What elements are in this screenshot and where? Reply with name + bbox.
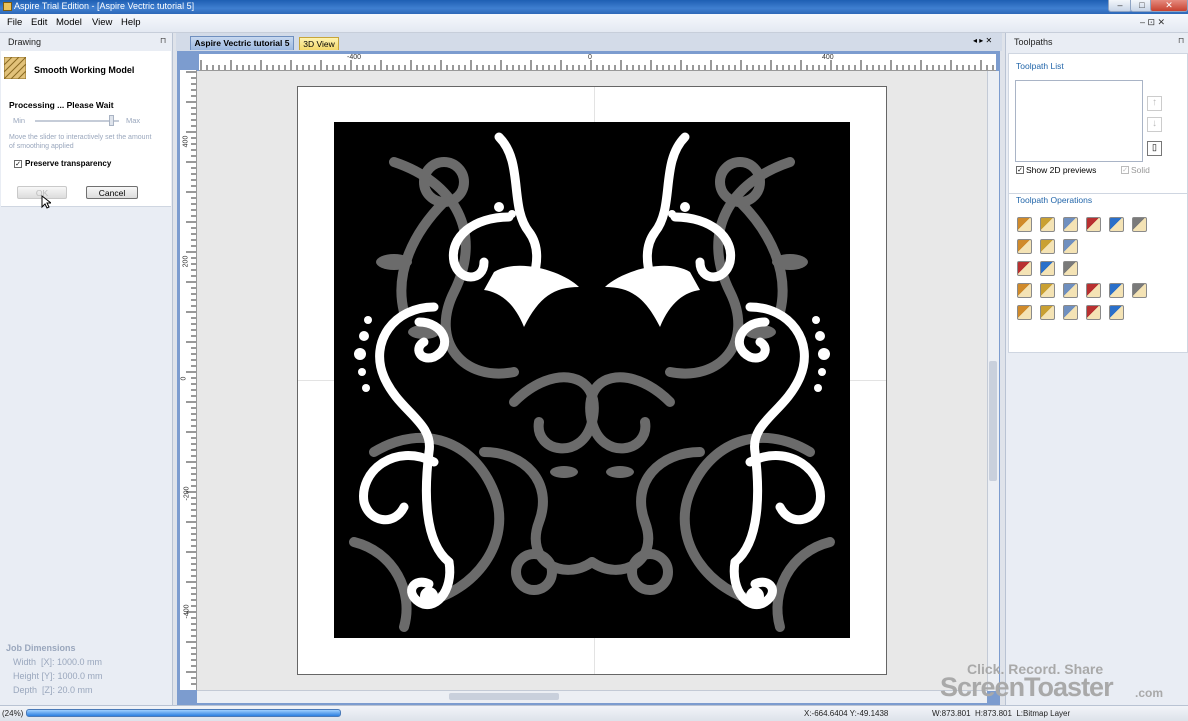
drilling-toolpath-icon[interactable] [1063, 217, 1078, 232]
job-width: Width [X]: 1000.0 mm [13, 657, 103, 667]
ruler-ticks [200, 60, 994, 70]
tab-2d-view[interactable]: Aspire Vectric tutorial 5 [190, 36, 294, 50]
toolpath-list[interactable] [1015, 80, 1143, 162]
solid-label: Solid [1131, 165, 1150, 175]
preserve-transparency-label: Preserve transparency [25, 159, 112, 168]
cut-out-icon[interactable] [1063, 261, 1078, 276]
toolpath-operations-title: Toolpath Operations [1016, 195, 1093, 205]
close-button[interactable]: ✕ [1150, 0, 1188, 12]
tabs-icon[interactable] [1086, 305, 1101, 320]
anchor-icon[interactable] [1063, 305, 1078, 320]
merge-icon[interactable] [1109, 305, 1124, 320]
title-bar: Aspire Trial Edition - [Aspire Vectric t… [0, 0, 1188, 14]
solid-checkbox[interactable]: ✓ [1121, 166, 1129, 174]
inlay-toolpath-icon[interactable] [1063, 239, 1078, 254]
menu-view[interactable]: View [92, 17, 112, 28]
smoothing-slider-track [35, 120, 119, 122]
edit-toolpath-icon[interactable] [1040, 283, 1055, 298]
ruler-label: 200 [182, 255, 190, 268]
tool-title: Smooth Working Model [34, 65, 135, 75]
move-down-icon[interactable]: ↓ [1147, 117, 1162, 132]
pin-icon[interactable]: ⊓ [160, 36, 166, 45]
tab-3d-view[interactable]: 3D View [299, 37, 339, 50]
panel-title: Toolpaths [1014, 37, 1053, 47]
window-title: Aspire Trial Edition - [Aspire Vectric t… [14, 1, 195, 11]
delete-toolpath-icon[interactable] [1086, 283, 1101, 298]
show-2d-previews-label: Show 2D previews [1026, 165, 1097, 175]
watermark-domain: .com [1135, 686, 1164, 700]
slider-max-label: Max [126, 116, 141, 125]
processing-status: Processing ... Please Wait [9, 100, 114, 110]
progress-bar [26, 709, 341, 717]
mouse-cursor-icon [41, 195, 51, 209]
recalculate-icon[interactable] [1109, 283, 1124, 298]
prism-toolpath-icon[interactable] [1109, 217, 1124, 232]
menu-file[interactable]: File [7, 17, 22, 28]
zoom-toolpath-icon[interactable] [1040, 305, 1055, 320]
cancel-button[interactable]: Cancel [86, 186, 138, 199]
chamfer-toolpath-icon[interactable] [1040, 239, 1055, 254]
preview-toolpath-icon[interactable] [1017, 305, 1032, 320]
move-up-icon[interactable]: ↑ [1147, 96, 1162, 111]
texture-toolpath-icon[interactable] [1017, 283, 1032, 298]
watermark-brand: ScreenToaster [940, 672, 1114, 702]
fluting-toolpath-icon[interactable] [1132, 217, 1147, 232]
template-icon[interactable] [1063, 283, 1078, 298]
cursor-coordinates: X:-664.6404 Y:-49.1438 [804, 709, 889, 718]
ruler-label: 400 [182, 135, 190, 148]
toolpath-summary-icon[interactable]: ▯ [1147, 141, 1162, 156]
panel-title: Drawing [8, 37, 42, 47]
horizontal-ruler: -400 0 400 [199, 54, 996, 71]
moulding-toolpath-icon[interactable] [1017, 239, 1032, 254]
vcarve-toolpath-icon[interactable] [1086, 217, 1101, 232]
vertical-scrollbar[interactable] [987, 71, 999, 691]
smooth-model-icon [4, 57, 26, 79]
app-icon [3, 2, 12, 11]
mdi-controls[interactable]: – ⊡ ✕ [1140, 17, 1165, 28]
slider-help-text: Move the slider to interactively set the… [9, 134, 152, 150]
profile-toolpath-icon[interactable] [1017, 217, 1032, 232]
horizontal-scroll-thumb[interactable] [449, 693, 559, 700]
ruler-label: -400 [347, 54, 362, 61]
ruler-label: -200 [183, 486, 191, 501]
checkmark-icon: ✓ [1122, 167, 1128, 174]
selection-dimensions: W:873.801 H:873.801 L:Bitmap Layer [932, 709, 1071, 718]
bitmap-artwork[interactable] [334, 122, 850, 638]
smoothing-slider[interactable] [108, 115, 114, 126]
scroll-ornament-image [334, 122, 850, 638]
ruler-label: 0 [588, 54, 592, 61]
pin-icon[interactable]: ⊓ [1178, 36, 1184, 45]
menu-edit[interactable]: Edit [31, 17, 47, 28]
slider-min-label: Min [13, 116, 26, 125]
zoom-level: (24%) [2, 709, 24, 718]
tab-navigation[interactable]: ◂ ▸ ✕ [973, 36, 992, 45]
horizontal-scrollbar[interactable] [197, 690, 987, 703]
vertical-ruler: 400 200 0 -200 -400 [180, 70, 197, 690]
checkmark-icon: ✓ [15, 161, 21, 168]
pocket-toolpath-icon[interactable] [1040, 217, 1055, 232]
job-height: Height [Y]: 1000.0 mm [13, 671, 103, 681]
menu-help[interactable]: Help [121, 17, 141, 28]
3d-finishing-icon[interactable] [1040, 261, 1055, 276]
ruler-label: -400 [183, 604, 191, 619]
toolpath-list-title: Toolpath List [1016, 61, 1064, 71]
preserve-transparency-checkbox[interactable]: ✓ [14, 160, 22, 168]
smooth-model-form: Smooth Working Model Processing ... Plea… [1, 51, 171, 209]
show-2d-previews-checkbox[interactable]: ✓ [1016, 166, 1024, 174]
3d-roughing-icon[interactable] [1017, 261, 1032, 276]
menu-bar: File Edit Model View Help – ⊡ ✕ [0, 14, 1188, 33]
menu-model[interactable]: Model [56, 17, 82, 28]
ruler-label: 400 [822, 54, 834, 61]
ruler-label: 0 [180, 376, 188, 381]
minimize-button[interactable]: – [1108, 0, 1132, 12]
job-depth: Depth [Z]: 20.0 mm [13, 685, 93, 695]
vertical-scroll-thumb[interactable] [989, 361, 997, 481]
job-dimensions-title: Job Dimensions [6, 643, 76, 653]
checkmark-icon: ✓ [1017, 167, 1023, 174]
save-toolpath-icon[interactable] [1132, 283, 1147, 298]
